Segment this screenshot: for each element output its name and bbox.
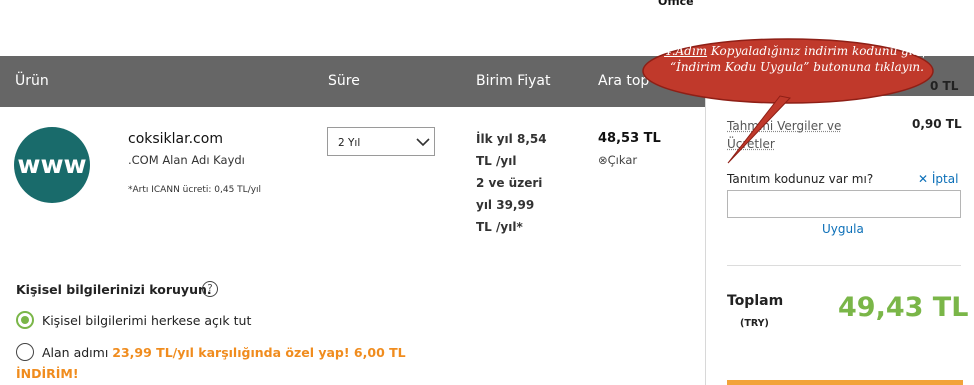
apply-promo-button[interactable]: Uygula — [822, 222, 864, 236]
total-value: 49,43 TL — [838, 292, 969, 323]
domain-name: coksiklar.com — [128, 131, 223, 147]
price-line: TL /yıl* — [476, 220, 523, 234]
domain-description: .COM Alan Adı Kaydı — [128, 153, 245, 167]
total-label: Toplam — [727, 293, 784, 309]
option-public-label: Kişisel bilgilerimi herkese açık tut — [42, 313, 252, 328]
header-duration: Süre — [328, 73, 360, 89]
price-line: TL /yıl — [476, 154, 517, 168]
price-line: yıl 39,99 — [476, 198, 535, 212]
summary-divider — [727, 265, 961, 266]
radio-selected-dot — [21, 316, 29, 324]
price-line: 2 ve üzeri — [476, 176, 543, 190]
price-line: İlk yıl 8,54 — [476, 132, 547, 146]
privacy-title: Kişisel bilgilerinizi koruyun. — [16, 282, 212, 297]
remove-x-icon: ⊗ — [598, 153, 608, 167]
office-label: Office — [658, 0, 694, 8]
chevron-down-icon — [416, 138, 430, 147]
logo-text: www — [17, 150, 87, 179]
option-private-label: Alan adımı 23,99 TL/yıl karşılığında öze… — [42, 345, 406, 360]
callout-text: 4.Adım Kopyaladığınız indirim kodunu gir… — [655, 43, 939, 75]
remove-label: Çıkar — [607, 153, 638, 167]
checkout-button[interactable] — [727, 380, 963, 385]
option-private-offer: 23,99 TL/yıl karşılığında özel yap! 6,00… — [112, 345, 406, 360]
remove-item-button[interactable]: ⊗Çıkar — [598, 153, 637, 167]
callout-body: Kopyaladığınız indirim kodunu girip “İnd… — [670, 44, 930, 74]
radio-private[interactable] — [16, 343, 34, 361]
option-private-prefix: Alan adımı — [42, 345, 113, 360]
duration-select-value: 2 Yıl — [338, 137, 361, 149]
icann-note: *Artı ICANN ücreti: 0,45 TL/yıl — [128, 185, 262, 195]
option-private-line2: İNDİRİM! — [16, 366, 79, 381]
total-currency: (TRY) — [740, 318, 769, 329]
promo-code-input[interactable] — [727, 190, 961, 218]
help-icon[interactable]: ? — [202, 281, 218, 297]
header-product: Ürün — [15, 73, 49, 89]
callout-step: 4.Adım — [664, 44, 708, 58]
header-unit-price: Birim Fiyat — [476, 73, 551, 89]
